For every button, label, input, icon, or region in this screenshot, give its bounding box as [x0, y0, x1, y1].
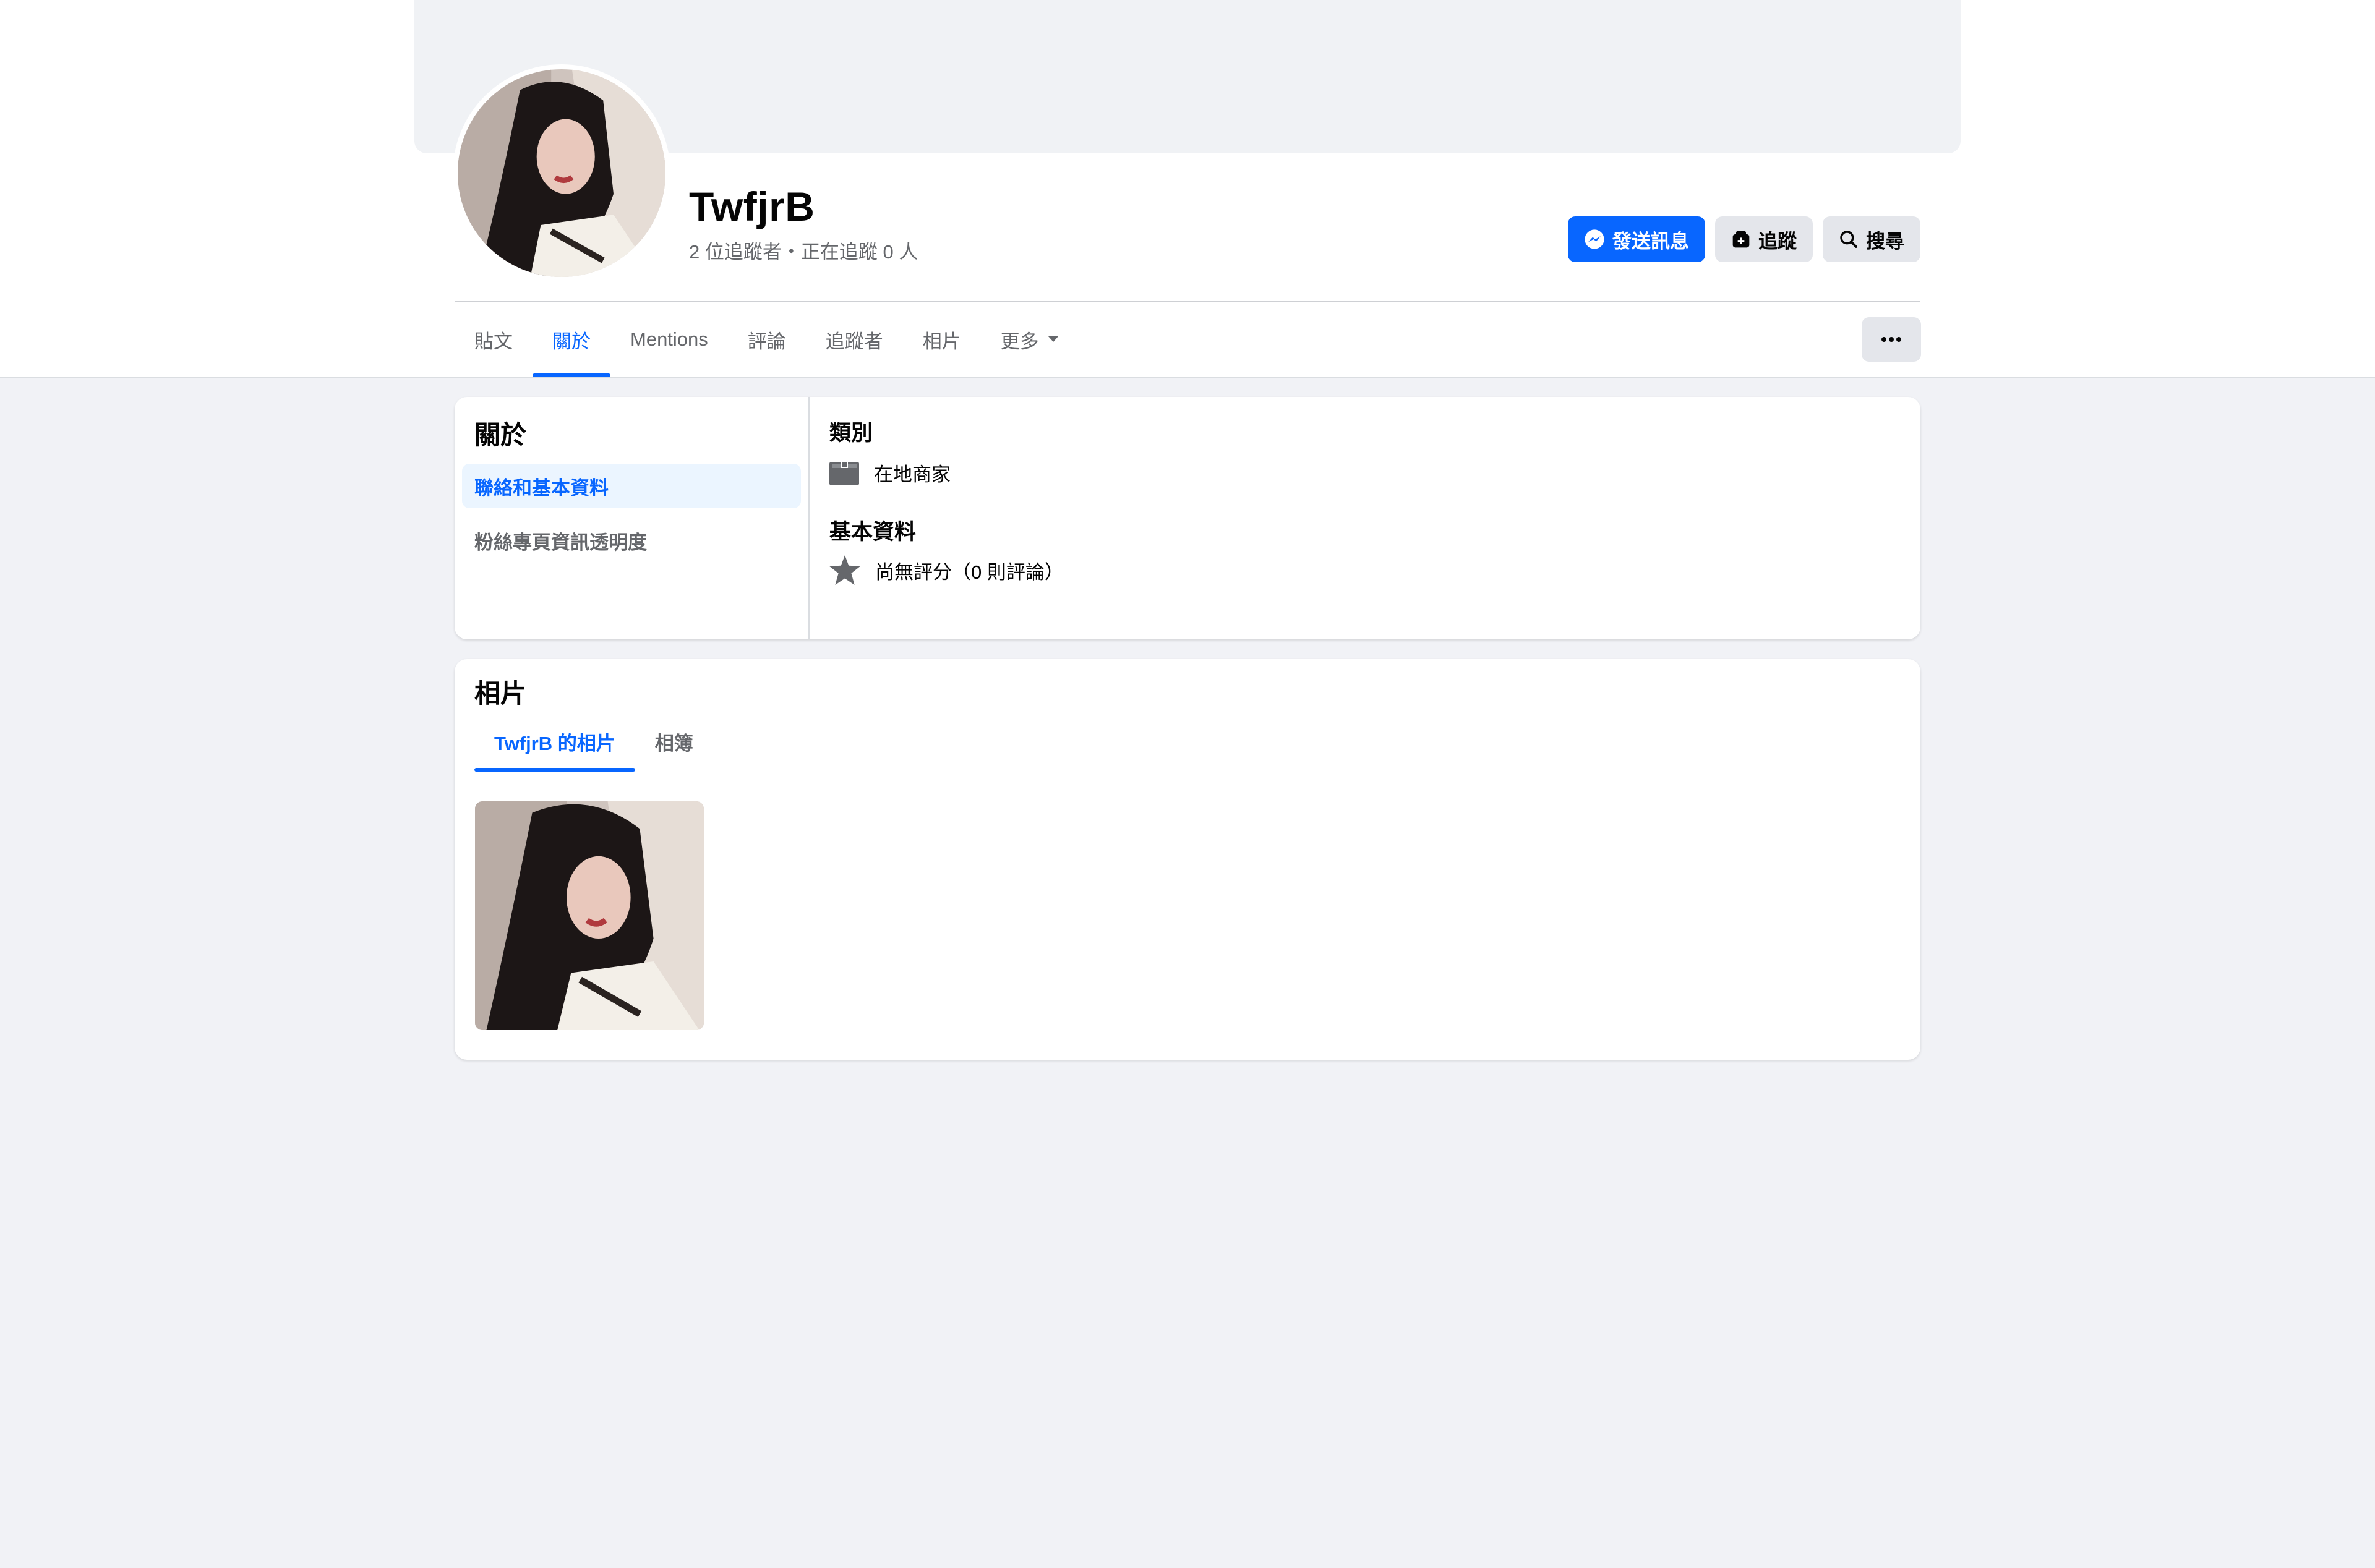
tab-label: 關於 — [552, 330, 591, 352]
ellipsis-icon — [1881, 337, 1901, 342]
photo-tab-label: 相簿 — [654, 732, 693, 754]
about-nav-label: 粉絲專頁資訊透明度 — [474, 531, 647, 553]
caret-down-icon — [1048, 336, 1058, 342]
about-nav-contact-basic[interactable]: 聯絡和基本資料 — [462, 464, 801, 508]
tab-label: 更多 — [1000, 330, 1039, 352]
category-row: 在地商家 — [829, 459, 951, 487]
messenger-icon — [1585, 229, 1604, 249]
tab-label: 追蹤者 — [825, 330, 883, 352]
profile-actions: 發送訊息 追蹤 搜尋 — [1568, 216, 1920, 262]
follow-button[interactable]: 追蹤 — [1715, 216, 1813, 262]
profile-tabs: 貼文 關於 Mentions 評論 追蹤者 相片 更多 — [455, 303, 1079, 377]
photo-image — [475, 801, 704, 1030]
tab-mentions[interactable]: Mentions — [610, 303, 728, 376]
follower-stats[interactable]: 2 位追蹤者・正在追蹤 0 人 — [689, 236, 918, 264]
about-card: 關於 聯絡和基本資料 粉絲專頁資訊透明度 類別 在地商家 基本資料 尚無評分（0… — [455, 397, 1920, 639]
avatar-image — [458, 69, 665, 277]
about-nav-page-transparency[interactable]: 粉絲專頁資訊透明度 — [462, 518, 801, 563]
tab-photos[interactable]: 相片 — [903, 303, 981, 376]
tab-label: Mentions — [630, 328, 708, 350]
about-nav-label: 聯絡和基本資料 — [474, 477, 609, 499]
search-button[interactable]: 搜尋 — [1823, 216, 1920, 262]
photo-thumbnail[interactable] — [475, 801, 704, 1030]
tab-followers[interactable]: 追蹤者 — [806, 303, 903, 376]
photos-title: 相片 — [474, 679, 527, 708]
search-label: 搜尋 — [1866, 230, 1904, 252]
search-icon — [1840, 231, 1857, 248]
category-value: 在地商家 — [874, 464, 951, 485]
header-divider — [455, 301, 1920, 302]
about-content: 類別 在地商家 基本資料 尚無評分（0 則評論） — [829, 397, 1920, 639]
rating-value: 尚無評分（0 則評論） — [875, 561, 1064, 583]
follow-label: 追蹤 — [1758, 230, 1797, 252]
about-sidebar: 關於 聯絡和基本資料 粉絲專頁資訊透明度 — [455, 397, 810, 639]
category-box-icon — [829, 460, 859, 485]
about-title: 關於 — [474, 420, 527, 450]
tab-user-photos[interactable]: TwfjrB 的相片 — [474, 711, 635, 772]
send-message-button[interactable]: 發送訊息 — [1568, 216, 1705, 262]
tab-reviews[interactable]: 評論 — [728, 303, 806, 376]
send-message-label: 發送訊息 — [1612, 230, 1689, 252]
tab-posts[interactable]: 貼文 — [455, 303, 533, 376]
tab-about[interactable]: 關於 — [533, 303, 610, 377]
photo-tab-label: TwfjrB 的相片 — [494, 732, 615, 754]
tab-albums[interactable]: 相簿 — [635, 711, 713, 772]
profile-name: TwfjrB — [689, 184, 815, 229]
tab-more[interactable]: 更多 — [981, 303, 1079, 376]
tab-label: 評論 — [747, 330, 786, 352]
star-icon — [829, 555, 860, 585]
follow-icon — [1732, 231, 1750, 248]
profile-avatar[interactable] — [453, 64, 670, 282]
tab-label: 貼文 — [474, 330, 513, 352]
rating-row: 尚無評分（0 則評論） — [829, 555, 1064, 585]
category-title: 類別 — [829, 421, 873, 445]
more-options-button[interactable] — [1862, 317, 1921, 362]
basic-info-title: 基本資料 — [829, 520, 917, 544]
tab-label: 相片 — [922, 330, 961, 352]
photos-tabs: TwfjrB 的相片 相簿 — [474, 711, 713, 772]
